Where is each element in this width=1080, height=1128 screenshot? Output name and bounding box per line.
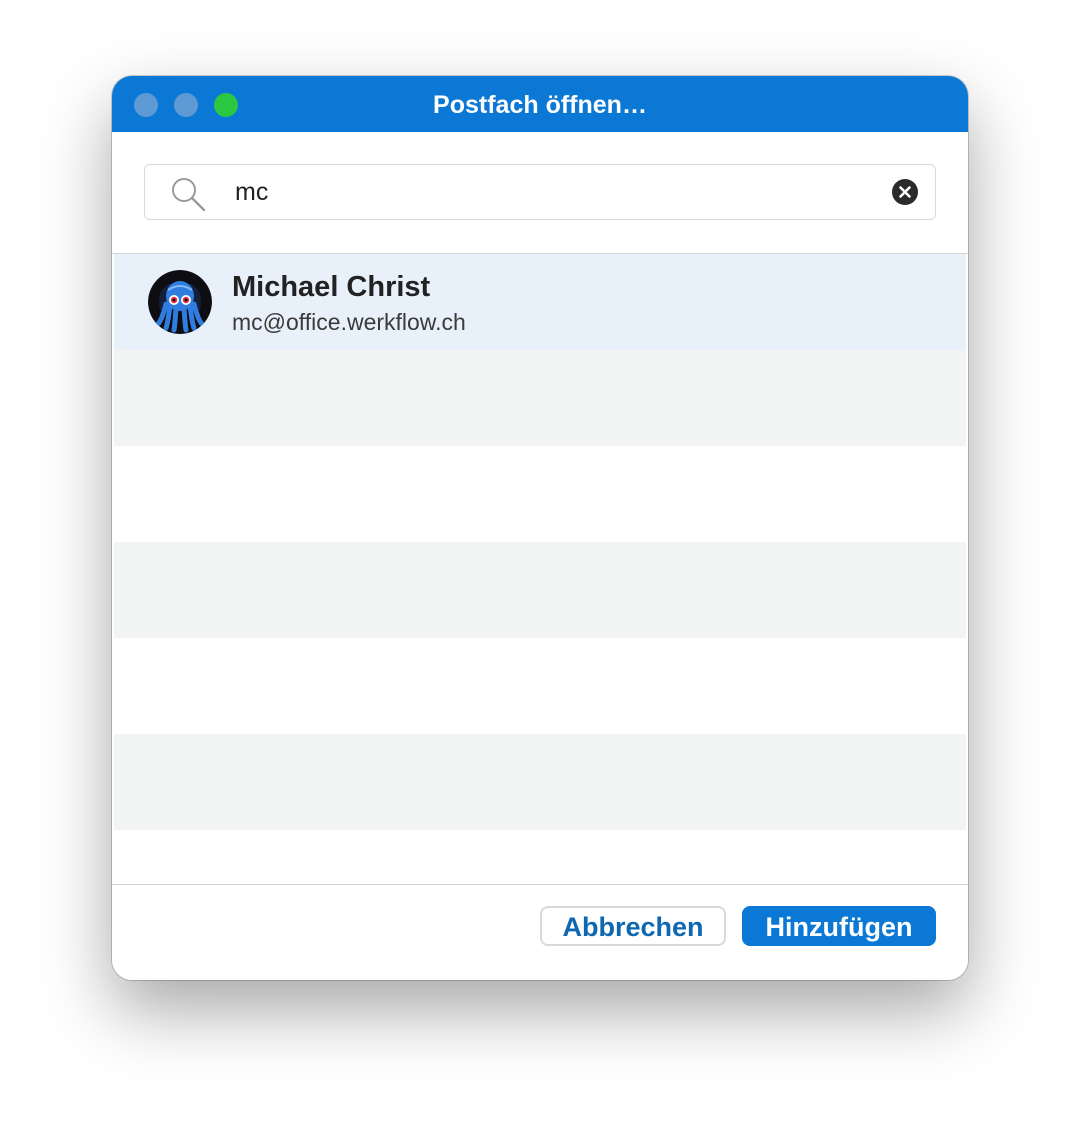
search-area (112, 132, 968, 254)
empty-row (114, 830, 966, 884)
contact-email: mc@office.werkflow.ch (232, 309, 466, 335)
cancel-button[interactable]: Abbrechen (540, 906, 726, 946)
empty-row (114, 446, 966, 542)
empty-row (114, 638, 966, 734)
results-list[interactable]: Michael Christ mc@office.werkflow.ch (114, 254, 966, 884)
search-input[interactable] (235, 165, 875, 219)
empty-row (114, 542, 966, 638)
empty-row (114, 734, 966, 830)
title-bar[interactable]: Postfach öffnen… (112, 76, 968, 132)
open-mailbox-dialog: Postfach öffnen… mc Michael Christ mc@of… (112, 76, 968, 980)
avatar (148, 270, 212, 334)
window-title: Postfach öffnen… (433, 91, 647, 119)
list-item[interactable]: Michael Christ mc@office.werkflow.ch (114, 254, 966, 350)
contact-name: Michael Christ (232, 271, 431, 303)
search-box[interactable] (144, 164, 936, 220)
clear-search-icon[interactable] (892, 179, 918, 205)
dialog-footer: Abbrechen Hinzufügen (112, 884, 968, 980)
empty-row (114, 350, 966, 446)
add-button[interactable]: Hinzufügen (742, 906, 936, 946)
octopus-avatar-icon (148, 270, 212, 334)
search-icon (172, 178, 206, 212)
